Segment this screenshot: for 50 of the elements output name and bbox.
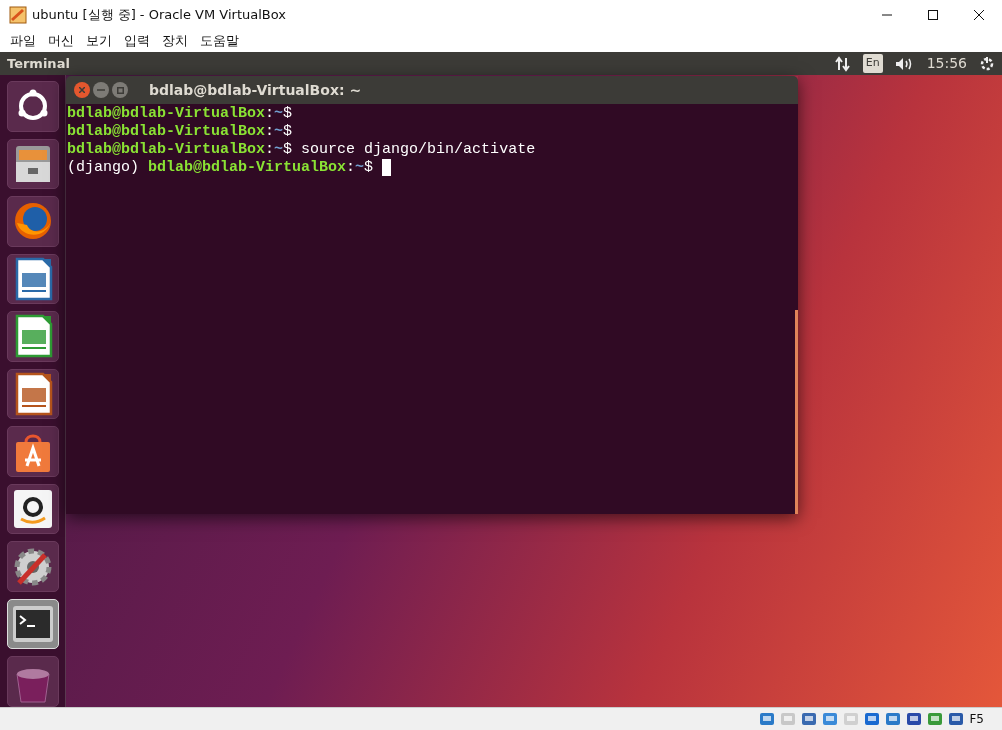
window-title: ubuntu [실행 중] - Oracle VM VirtualBox bbox=[32, 6, 286, 25]
prompt-colon: : bbox=[346, 159, 356, 177]
clock[interactable]: 15:56 bbox=[926, 53, 967, 74]
prompt-colon: : bbox=[265, 141, 275, 159]
menu-item[interactable]: 입력 bbox=[118, 31, 156, 51]
prompt-symbol: $ bbox=[283, 105, 293, 123]
prompt-path: ~ bbox=[355, 159, 365, 177]
launcher-item[interactable] bbox=[6, 311, 59, 362]
launcher-item[interactable] bbox=[6, 253, 59, 305]
launcher-item[interactable] bbox=[6, 541, 59, 592]
minimize-button[interactable] bbox=[93, 82, 109, 98]
menu-item[interactable]: 도움말 bbox=[194, 31, 245, 51]
app-name: Terminal bbox=[7, 54, 70, 73]
scrollbar[interactable] bbox=[795, 310, 798, 514]
prompt-symbol: $ bbox=[283, 123, 293, 141]
env-prefix: (django) bbox=[67, 159, 139, 177]
terminal-title: bdlab@bdlab-VirtualBox: ~ bbox=[149, 80, 362, 100]
settings-icon[interactable] bbox=[979, 55, 995, 72]
menu-item[interactable]: 파일 bbox=[4, 31, 42, 51]
prompt-colon: : bbox=[265, 123, 275, 141]
menu-item[interactable]: 머신 bbox=[42, 31, 80, 51]
prompt-path: ~ bbox=[274, 105, 284, 123]
prompt-path: ~ bbox=[274, 123, 284, 141]
prompt-symbol: $ bbox=[364, 159, 374, 177]
launcher-item[interactable] bbox=[6, 483, 59, 535]
launcher-item[interactable] bbox=[6, 368, 59, 420]
launcher-item[interactable] bbox=[6, 426, 59, 477]
prompt-user: bdlab@bdlab-VirtualBox bbox=[67, 105, 266, 123]
prompt-path: ~ bbox=[274, 141, 284, 159]
menu-item[interactable]: 보기 bbox=[80, 31, 118, 51]
prompt-user: bdlab@bdlab-VirtualBox bbox=[148, 159, 347, 177]
launcher-item[interactable] bbox=[6, 138, 59, 190]
prompt-user: bdlab@bdlab-VirtualBox bbox=[67, 141, 266, 159]
launcher-item[interactable] bbox=[6, 196, 59, 247]
command-text: source django/bin/activate bbox=[301, 141, 536, 159]
maximize-icon bbox=[116, 86, 124, 94]
keyboard-indicator[interactable]: En bbox=[862, 54, 883, 73]
maximize-icon bbox=[928, 10, 938, 20]
minimize-icon bbox=[97, 89, 105, 91]
app-icon bbox=[9, 6, 27, 24]
close-icon bbox=[974, 10, 984, 20]
network-arrows-icon[interactable] bbox=[834, 55, 851, 72]
close-icon bbox=[79, 87, 85, 93]
prompt-colon: : bbox=[265, 105, 275, 123]
close-button[interactable] bbox=[74, 82, 90, 98]
launcher-item[interactable] bbox=[6, 81, 59, 132]
host-key: F5 bbox=[969, 710, 984, 728]
prompt-symbol: $ bbox=[283, 141, 293, 159]
prompt-user: bdlab@bdlab-VirtualBox bbox=[67, 123, 266, 141]
menu-item[interactable]: 장치 bbox=[156, 31, 194, 51]
